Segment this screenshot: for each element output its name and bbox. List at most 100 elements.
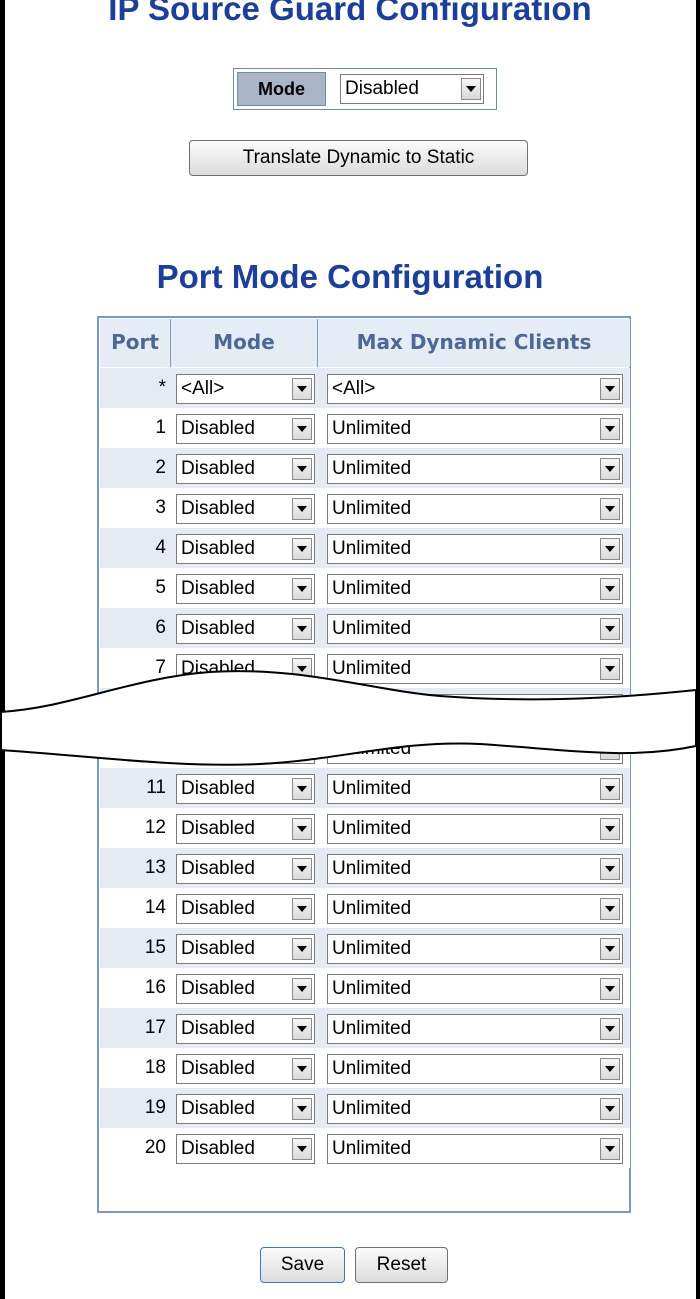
max-dynamic-clients-select-value: Unlimited bbox=[332, 538, 412, 559]
table-row: 4 Disabled Unlimited bbox=[100, 528, 630, 568]
chevron-down-icon bbox=[600, 658, 620, 680]
max-dynamic-clients-select[interactable]: Unlimited bbox=[327, 654, 623, 684]
chevron-down-icon bbox=[292, 378, 312, 400]
mode-select[interactable]: Disabled bbox=[176, 894, 315, 924]
chevron-down-icon bbox=[600, 1058, 620, 1080]
chevron-down-icon bbox=[292, 498, 312, 520]
chevron-down-icon bbox=[292, 698, 312, 720]
chevron-down-icon bbox=[600, 858, 620, 880]
mode-select[interactable]: Disabled bbox=[176, 854, 315, 884]
chevron-down-icon bbox=[600, 618, 620, 640]
max-dynamic-clients-select-value: Unlimited bbox=[332, 458, 412, 479]
max-dynamic-clients-select[interactable]: Unlimited bbox=[327, 974, 623, 1004]
mode-select[interactable]: Disabled bbox=[176, 454, 315, 484]
mode-select-value: Disabled bbox=[181, 538, 255, 559]
max-dynamic-clients-select[interactable]: Unlimited bbox=[327, 934, 623, 964]
mode-select-value: Disabled bbox=[181, 818, 255, 839]
mode-select-value: Disabled bbox=[181, 658, 255, 679]
mode-select-value: Disabled bbox=[181, 978, 255, 999]
table-row: 1 Disabled Unlimited bbox=[100, 408, 630, 448]
mode-select[interactable]: Disabled bbox=[176, 1014, 315, 1044]
mode-select-value: Disabled bbox=[181, 778, 255, 799]
max-dynamic-clients-select-value: Unlimited bbox=[332, 618, 412, 639]
max-dynamic-clients-select[interactable]: Unlimited bbox=[327, 1134, 623, 1164]
frame-left-border bbox=[0, 0, 5, 1299]
chevron-down-icon bbox=[600, 1018, 620, 1040]
max-dynamic-clients-select-value: Unlimited bbox=[332, 818, 412, 839]
table-row: 12 Disabled Unlimited bbox=[100, 808, 630, 848]
max-dynamic-clients-select[interactable]: Unlimited bbox=[327, 414, 623, 444]
port-cell: 8 bbox=[155, 697, 166, 718]
chevron-down-icon bbox=[292, 618, 312, 640]
max-dynamic-clients-select[interactable]: Unlimited bbox=[327, 854, 623, 884]
port-cell: 13 bbox=[144, 857, 166, 878]
max-dynamic-clients-select[interactable]: Unlimited bbox=[327, 1054, 623, 1084]
max-dynamic-clients-select[interactable]: Unlimited bbox=[327, 534, 623, 564]
chevron-down-icon bbox=[600, 538, 620, 560]
max-dynamic-clients-select[interactable]: Unlimited bbox=[327, 734, 623, 764]
mode-select-value: Disabled bbox=[181, 458, 255, 479]
port-mode-table: Port Mode Max Dynamic Clients * <All> <All… bbox=[97, 316, 631, 1213]
mode-select-value: Disabled bbox=[181, 1018, 255, 1039]
chevron-down-icon bbox=[292, 778, 312, 800]
max-dynamic-clients-select[interactable]: Unlimited bbox=[327, 614, 623, 644]
port-cell: 10 bbox=[144, 737, 166, 758]
chevron-down-icon bbox=[292, 578, 312, 600]
table-row: 3 Disabled Unlimited bbox=[100, 488, 630, 528]
max-dynamic-clients-select-value: Unlimited bbox=[332, 738, 412, 759]
mode-select-value: Disabled bbox=[181, 858, 255, 879]
chevron-down-icon bbox=[292, 818, 312, 840]
mode-select-value: Disabled bbox=[181, 498, 255, 519]
mode-select[interactable]: Disabled bbox=[176, 1134, 315, 1164]
table-row: * <All> <All> bbox=[100, 368, 630, 408]
max-dynamic-clients-select[interactable]: Unlimited bbox=[327, 814, 623, 844]
column-header-max-dynamic-clients: Max Dynamic Clients bbox=[318, 319, 630, 367]
mode-select[interactable]: Disabled bbox=[176, 494, 315, 524]
max-dynamic-clients-select[interactable]: Unlimited bbox=[327, 574, 623, 604]
mode-select[interactable]: Disabled bbox=[176, 814, 315, 844]
mode-select[interactable]: Disabled bbox=[176, 614, 315, 644]
max-dynamic-clients-select-value: Unlimited bbox=[332, 1098, 412, 1119]
max-dynamic-clients-select[interactable]: Unlimited bbox=[327, 1014, 623, 1044]
global-mode-select[interactable]: Disabled bbox=[340, 74, 484, 104]
max-dynamic-clients-select[interactable]: Unlimited bbox=[327, 894, 623, 924]
mode-select[interactable]: Disabled bbox=[176, 1094, 315, 1124]
chevron-down-icon bbox=[600, 978, 620, 1000]
max-dynamic-clients-select-value: Unlimited bbox=[332, 698, 412, 719]
mode-select[interactable]: Disabled bbox=[176, 734, 315, 764]
mode-select[interactable]: Disabled bbox=[176, 574, 315, 604]
mode-select[interactable]: Disabled bbox=[176, 774, 315, 804]
translate-dynamic-to-static-button[interactable]: Translate Dynamic to Static bbox=[189, 140, 528, 176]
column-header-port: Port bbox=[100, 319, 171, 367]
mode-select[interactable]: Disabled bbox=[176, 534, 315, 564]
port-cell: 20 bbox=[144, 1137, 166, 1158]
chevron-down-icon bbox=[292, 418, 312, 440]
chevron-down-icon bbox=[600, 698, 620, 720]
chevron-down-icon bbox=[292, 1098, 312, 1120]
mode-select-value: Disabled bbox=[181, 618, 255, 639]
mode-select[interactable]: Disabled bbox=[176, 1054, 315, 1084]
mode-select[interactable]: Disabled bbox=[176, 934, 315, 964]
save-button[interactable]: Save bbox=[260, 1247, 345, 1283]
max-dynamic-clients-select-value: Unlimited bbox=[332, 1058, 412, 1079]
max-dynamic-clients-select[interactable]: Unlimited bbox=[327, 454, 623, 484]
max-dynamic-clients-select[interactable]: <All> bbox=[327, 374, 623, 404]
reset-button[interactable]: Reset bbox=[355, 1247, 448, 1283]
mode-select[interactable]: <All> bbox=[176, 374, 315, 404]
chevron-down-icon bbox=[292, 658, 312, 680]
chevron-down-icon bbox=[292, 978, 312, 1000]
mode-select-value: Disabled bbox=[181, 698, 255, 719]
mode-select[interactable]: Disabled bbox=[176, 414, 315, 444]
max-dynamic-clients-select[interactable]: Unlimited bbox=[327, 494, 623, 524]
max-dynamic-clients-select[interactable]: Unlimited bbox=[327, 774, 623, 804]
max-dynamic-clients-select[interactable]: Unlimited bbox=[327, 1094, 623, 1124]
chevron-down-icon bbox=[292, 898, 312, 920]
mode-select-value: Disabled bbox=[181, 898, 255, 919]
max-dynamic-clients-select[interactable]: Unlimited bbox=[327, 694, 623, 724]
mode-select[interactable]: Disabled bbox=[176, 654, 315, 684]
port-cell: 3 bbox=[155, 497, 166, 518]
mode-select[interactable]: Disabled bbox=[176, 974, 315, 1004]
port-cell: 15 bbox=[144, 937, 166, 958]
column-header-mode: Mode bbox=[171, 319, 318, 367]
mode-select[interactable]: Disabled bbox=[176, 694, 315, 724]
